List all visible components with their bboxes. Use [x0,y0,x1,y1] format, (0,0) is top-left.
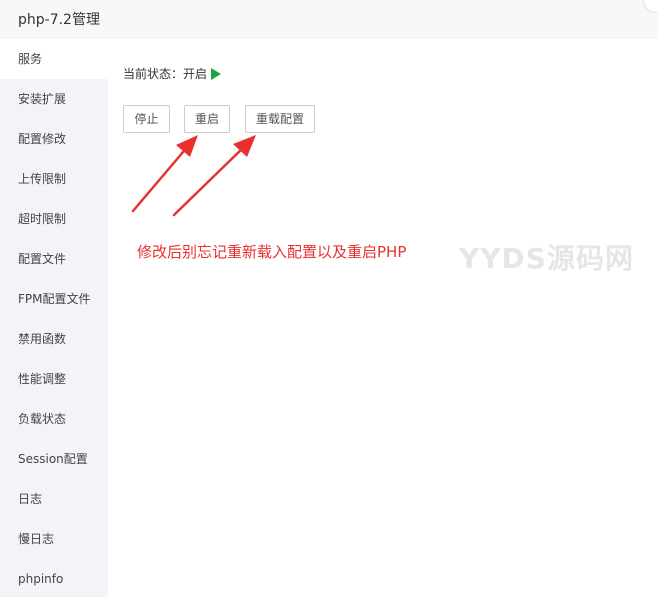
sidebar-item-session-config[interactable]: Session配置 [0,439,108,479]
sidebar-item-performance-tuning[interactable]: 性能调整 [0,359,108,399]
sidebar-item-disabled-functions[interactable]: 禁用函数 [0,319,108,359]
sidebar-item-upload-limit[interactable]: 上传限制 [0,159,108,199]
sidebar-item-config-edit[interactable]: 配置修改 [0,119,108,159]
php-manager-window: php-7.2管理 服务 安装扩展 配置修改 上传限制 超时限制 配置文件 FP… [0,0,658,597]
sidebar-item-log[interactable]: 日志 [0,479,108,519]
sidebar-item-config-file[interactable]: 配置文件 [0,239,108,279]
title-bar: php-7.2管理 [0,0,658,38]
sidebar-item-slow-log[interactable]: 慢日志 [0,519,108,559]
annotation-arrows [131,135,256,217]
sidebar-item-phpinfo[interactable]: phpinfo [0,559,108,597]
sidebar-item-fpm-config-file[interactable]: FPM配置文件 [0,279,108,319]
sidebar-item-service[interactable]: 服务 [0,39,108,79]
sidebar-item-install-extensions[interactable]: 安装扩展 [0,79,108,119]
sidebar-item-load-status[interactable]: 负载状态 [0,399,108,439]
sidebar: 服务 安装扩展 配置修改 上传限制 超时限制 配置文件 FPM配置文件 禁用函数… [0,39,108,597]
main-panel: 当前状态：开启 停止 重启 重载配置 YYDS源码网 修改后别忘记重新载入配置以… [108,39,658,597]
sidebar-item-timeout-limit[interactable]: 超时限制 [0,199,108,239]
window-title: php-7.2管理 [18,12,100,28]
